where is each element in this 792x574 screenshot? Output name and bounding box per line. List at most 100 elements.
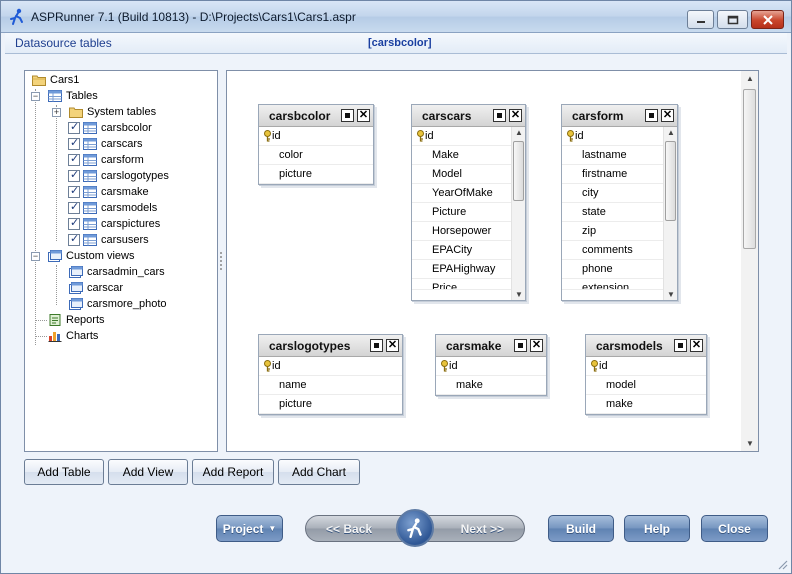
back-button[interactable]: << Back <box>326 522 372 536</box>
table-card-carsform[interactable]: carsform ✕ id lastname firstname city st… <box>561 104 678 301</box>
tables-expander[interactable]: − <box>31 92 40 101</box>
field-row[interactable]: Horsepower <box>412 222 525 241</box>
close-button[interactable]: Close <box>701 515 768 542</box>
table-checkbox[interactable] <box>68 200 80 214</box>
tree-table-item[interactable]: carsmodels <box>68 200 157 216</box>
table-checkbox[interactable] <box>68 152 80 166</box>
table-checkbox[interactable] <box>68 120 80 134</box>
table-checkbox[interactable] <box>68 136 80 150</box>
field-row[interactable]: Picture <box>412 203 525 222</box>
minimize-button[interactable] <box>687 10 714 29</box>
field-row[interactable]: id <box>259 357 402 376</box>
tree-charts-node[interactable]: Charts <box>45 328 98 344</box>
card-scrollbar[interactable]: ▲ ▼ <box>663 127 677 300</box>
scroll-up-arrow-icon[interactable]: ▲ <box>746 74 754 83</box>
minimize-card-button[interactable] <box>674 339 687 352</box>
field-row[interactable]: comments <box>562 241 677 260</box>
field-row[interactable]: id <box>436 357 546 376</box>
close-card-button[interactable]: ✕ <box>386 339 399 352</box>
field-row[interactable]: id <box>562 127 677 146</box>
table-card-header[interactable]: carslogotypes ✕ <box>259 335 402 357</box>
field-row[interactable]: name <box>259 376 402 395</box>
field-row[interactable]: Price <box>412 279 525 290</box>
tree-custom-views-node[interactable]: Custom views <box>45 248 134 264</box>
table-card-carsmake[interactable]: carsmake ✕ id make <box>435 334 547 396</box>
close-card-button[interactable]: ✕ <box>509 109 522 122</box>
add-report-button[interactable]: Add Report <box>192 459 274 485</box>
field-row[interactable]: phone <box>562 260 677 279</box>
table-checkbox[interactable] <box>68 216 80 230</box>
field-row[interactable]: city <box>562 184 677 203</box>
table-card-carslogotypes[interactable]: carslogotypes ✕ id name picture <box>258 334 403 415</box>
table-card-header[interactable]: carscars ✕ <box>412 105 525 127</box>
project-button[interactable]: Project ▼ <box>216 515 283 542</box>
field-row[interactable]: extension <box>562 279 677 290</box>
table-checkbox[interactable] <box>68 184 80 198</box>
field-row[interactable]: make <box>586 395 706 414</box>
field-row[interactable]: firstname <box>562 165 677 184</box>
card-scrollbar[interactable]: ▲ ▼ <box>511 127 525 300</box>
next-button[interactable]: Next >> <box>461 522 504 536</box>
table-card-carsmodels[interactable]: carsmodels ✕ id model make <box>585 334 707 415</box>
close-window-button[interactable] <box>751 10 784 29</box>
custom-views-expander[interactable]: − <box>31 252 40 261</box>
tree-tables-node[interactable]: Tables <box>45 88 98 104</box>
scroll-down-arrow-icon[interactable]: ▼ <box>746 439 754 448</box>
splitter-handle[interactable] <box>219 251 223 273</box>
field-row[interactable]: color <box>259 146 373 165</box>
field-row[interactable]: lastname <box>562 146 677 165</box>
table-checkbox[interactable] <box>68 168 80 182</box>
tree-table-item[interactable]: carslogotypes <box>68 168 169 184</box>
table-card-header[interactable]: carsbcolor ✕ <box>259 105 373 127</box>
table-card-header[interactable]: carsform ✕ <box>562 105 677 127</box>
run-button[interactable] <box>396 509 434 547</box>
add-chart-button[interactable]: Add Chart <box>278 459 360 485</box>
help-button[interactable]: Help <box>624 515 690 542</box>
tree-system-tables[interactable]: System tables <box>66 104 156 120</box>
tree-table-item[interactable]: carsform <box>68 152 144 168</box>
field-row[interactable]: picture <box>259 395 402 414</box>
tree-reports-node[interactable]: Reports <box>45 312 105 328</box>
system-tables-expander[interactable]: + <box>52 108 61 117</box>
tree-view-item[interactable]: carsadmin_cars <box>66 264 165 280</box>
field-row[interactable]: model <box>586 376 706 395</box>
tree-root[interactable]: Cars1 <box>29 72 79 88</box>
table-card-carsbcolor[interactable]: carsbcolor ✕ id color picture <box>258 104 374 185</box>
field-row[interactable]: make <box>436 376 546 395</box>
maximize-button[interactable] <box>717 10 748 29</box>
resize-grip-icon[interactable] <box>776 558 788 570</box>
table-diagram-canvas[interactable]: carsbcolor ✕ id color picture carscars ✕… <box>226 70 759 452</box>
close-card-button[interactable]: ✕ <box>661 109 674 122</box>
close-card-button[interactable]: ✕ <box>690 339 703 352</box>
minimize-card-button[interactable] <box>514 339 527 352</box>
field-row[interactable]: id <box>412 127 525 146</box>
build-button[interactable]: Build <box>548 515 614 542</box>
field-row[interactable]: Make <box>412 146 525 165</box>
table-card-header[interactable]: carsmake ✕ <box>436 335 546 357</box>
minimize-card-button[interactable] <box>645 109 658 122</box>
tree-table-item[interactable]: carsusers <box>68 232 149 248</box>
table-card-header[interactable]: carsmodels ✕ <box>586 335 706 357</box>
field-row[interactable]: zip <box>562 222 677 241</box>
tree-table-item[interactable]: carspictures <box>68 216 160 232</box>
minimize-card-button[interactable] <box>493 109 506 122</box>
field-row[interactable]: EPAHighway <box>412 260 525 279</box>
tree-table-item[interactable]: carsmake <box>68 184 149 200</box>
close-card-button[interactable]: ✕ <box>357 109 370 122</box>
add-table-button[interactable]: Add Table <box>24 459 104 485</box>
field-row[interactable]: EPACity <box>412 241 525 260</box>
tree-view-item[interactable]: carscar <box>66 280 123 296</box>
add-view-button[interactable]: Add View <box>108 459 188 485</box>
canvas-scroll-thumb[interactable] <box>743 89 756 249</box>
tree-view-item[interactable]: carsmore_photo <box>66 296 167 312</box>
minimize-card-button[interactable] <box>370 339 383 352</box>
field-row[interactable]: state <box>562 203 677 222</box>
close-card-button[interactable]: ✕ <box>530 339 543 352</box>
field-row[interactable]: id <box>586 357 706 376</box>
field-row[interactable]: Model <box>412 165 525 184</box>
tree-table-item[interactable]: carsbcolor <box>68 120 152 136</box>
table-card-carscars[interactable]: carscars ✕ id Make Model YearOfMake Pict… <box>411 104 526 301</box>
minimize-card-button[interactable] <box>341 109 354 122</box>
canvas-scrollbar[interactable]: ▲ ▼ <box>741 71 758 451</box>
field-row[interactable]: YearOfMake <box>412 184 525 203</box>
